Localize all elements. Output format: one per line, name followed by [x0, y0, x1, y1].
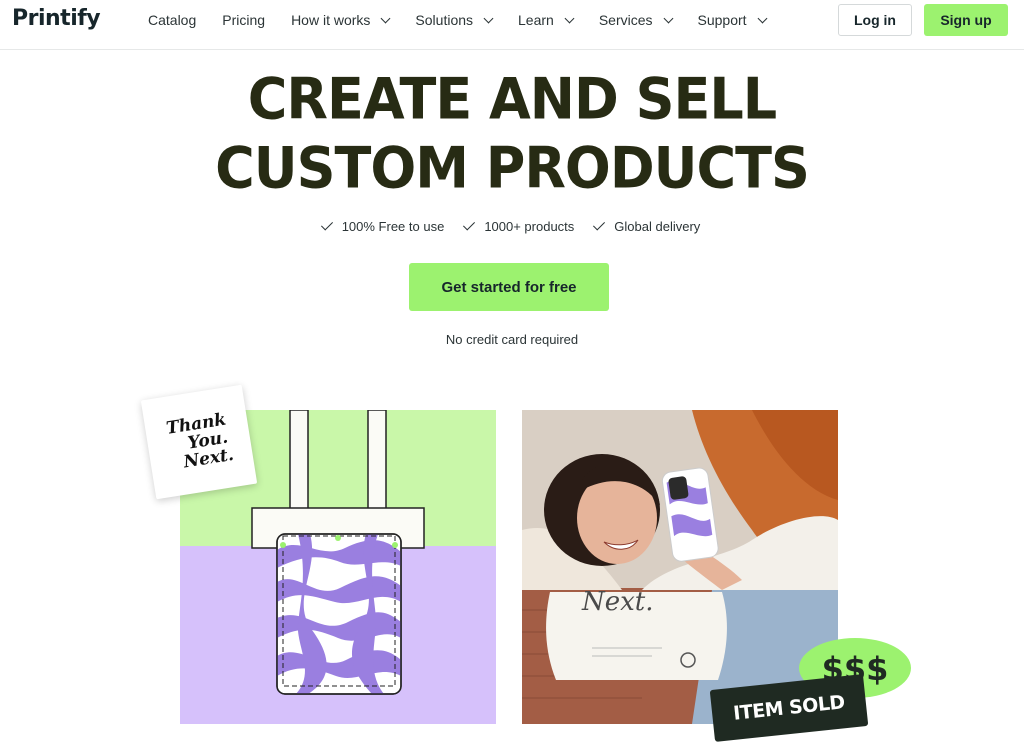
feature-item: Global delivery: [593, 218, 701, 234]
nav-item-label: Solutions: [415, 12, 474, 28]
login-button[interactable]: Log in: [838, 4, 912, 36]
checkmark-icon: [593, 218, 606, 231]
feature-label: 1000+ products: [484, 219, 575, 234]
nav-item-services[interactable]: Services: [598, 12, 673, 28]
nav-item-how-it-works[interactable]: How it works: [291, 12, 391, 28]
hero-title-line-1: CREATE AND SELL: [247, 65, 777, 132]
chevron-down-icon: [564, 13, 575, 23]
photo-illustration: Next.: [522, 410, 838, 724]
chevron-down-icon: [380, 13, 391, 23]
chevron-down-icon: [483, 13, 494, 23]
nav-item-label: Support: [697, 12, 747, 28]
printify-logo[interactable]: Printify: [12, 6, 101, 31]
nav-item-label: Learn: [518, 12, 554, 28]
nav-item-learn[interactable]: Learn: [518, 12, 575, 28]
nav-menu: Catalog Pricing How it works Solutions L…: [148, 11, 792, 29]
bag-print-text: Next.: [581, 587, 654, 617]
feature-list: 100% Free to use 1000+ products Global d…: [0, 218, 1024, 234]
top-navigation: Printify Catalog Pricing How it works So…: [0, 0, 1024, 50]
signup-button[interactable]: Sign up: [924, 4, 1008, 36]
nav-item-label: Services: [598, 12, 653, 28]
nav-item-label: Pricing: [222, 12, 266, 28]
nav-item-support[interactable]: Support: [697, 12, 768, 28]
hero-title: CREATE AND SELL CUSTOM PRODUCTS: [0, 65, 1024, 204]
feature-label: 100% Free to use: [341, 219, 445, 234]
sticker-text: Thank You. Next.: [141, 385, 257, 500]
hero-title-line-2: CUSTOM PRODUCTS: [215, 135, 810, 202]
nav-item-catalog[interactable]: Catalog: [148, 12, 196, 28]
feature-label: Global delivery: [614, 219, 701, 234]
feature-item: 1000+ products: [463, 218, 575, 234]
checkmark-icon: [463, 218, 476, 231]
feature-item: 100% Free to use: [320, 218, 445, 234]
nav-item-label: How it works: [291, 12, 371, 28]
chevron-down-icon: [663, 13, 673, 23]
nav-item-solutions[interactable]: Solutions: [415, 12, 494, 28]
item-sold-text: ITEM SOLD: [732, 691, 846, 725]
no-credit-card-note: No credit card required: [445, 332, 579, 347]
chevron-down-icon: [757, 13, 768, 23]
get-started-button[interactable]: Get started for free: [409, 263, 609, 311]
thank-you-next-sticker: Thank You. Next.: [140, 384, 258, 500]
nav-item-label: Catalog: [148, 12, 197, 28]
checkmark-icon: [320, 218, 333, 231]
customer-photo: Next.: [522, 410, 838, 724]
nav-item-pricing[interactable]: Pricing: [222, 12, 265, 28]
